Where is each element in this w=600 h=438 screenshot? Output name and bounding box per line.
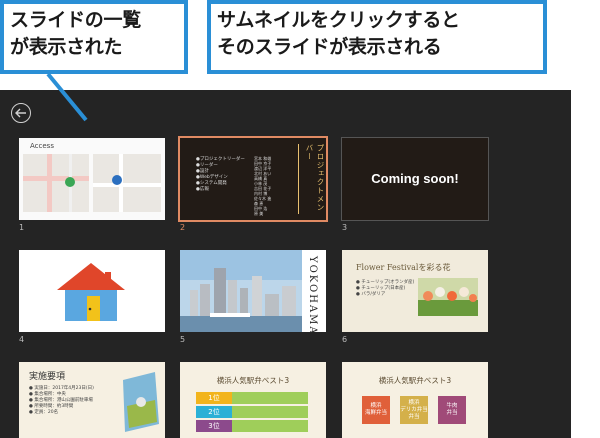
rank-3-label: 3位 [196, 420, 232, 432]
slide-7-title: 実施要項 [29, 372, 66, 382]
rank-box-3: 牛肉 弁当 [438, 396, 466, 424]
slide-number-3: 3 [342, 223, 348, 232]
slide-thumbnail-3[interactable]: Coming soon! [341, 137, 489, 221]
yokohama-photo [180, 250, 302, 332]
slide-thumbnail-2[interactable]: ●プロジェクトリーダー ●リーダー ●設計 ●Webデザイン ●システム開発 ●… [178, 136, 328, 222]
house-illustration [57, 263, 125, 321]
slide-6-bullets: ● チューリップ(オランダ産) ● チューリップ(日本産) ● バラ/ダリア [356, 280, 415, 297]
slide-7-photo [123, 372, 159, 432]
slide-2-names: 宮本 和雄 田中 京子 渡辺 洋平 北村 あい 高橋 真 小林 茂 吉田 花子 … [254, 156, 272, 216]
slide-thumbnail-9[interactable]: 横浜人気駅弁ベスト3 横浜 海鮮弁当 横浜 デリカ弁当 弁当 牛肉 弁当 [342, 362, 488, 438]
rank-2-label: 2位 [196, 406, 232, 418]
slide-number-4: 4 [19, 335, 25, 344]
slide-number-5: 5 [180, 335, 186, 344]
callout-thumbnail-click: サムネイルをクリックすると そのスライドが表示される [207, 0, 547, 74]
slide-6-title: Flower Festivalを彩る花 [356, 263, 451, 272]
slide-thumbnail-8[interactable]: 横浜人気駅弁ベスト3 1位 2位 3位 [180, 362, 326, 438]
rank-box-2: 横浜 デリカ弁当 弁当 [400, 396, 428, 424]
slide-7-bullets: ● 実施日：2017年4月23日(日) ● 集合場所：中央 ● 集合場所：港山公… [29, 386, 94, 415]
slide-sorter-view: Access 1 ●プロジェクトリーダー ●リーダー ●設計 ●Webデザイン … [0, 90, 571, 438]
rank-1-label: 1位 [196, 392, 232, 404]
slide-2-title: プロジェクトメンバー [305, 144, 325, 212]
slide-thumbnail-1[interactable]: Access [19, 138, 165, 220]
callout-slide-list-text: スライドの一覧 が表示された [4, 4, 184, 70]
slide-8-title: 横浜人気駅弁ベスト3 [216, 376, 290, 385]
slide-thumbnail-7[interactable]: 実施要項 ● 実施日：2017年4月23日(日) ● 集合場所：中央 ● 集合場… [19, 362, 165, 438]
slide-9-title: 横浜人気駅弁ベスト3 [378, 376, 452, 385]
slide-number-2: 2 [180, 223, 186, 232]
slide-2-divider [298, 144, 299, 214]
back-arrow-icon[interactable] [11, 103, 31, 123]
slide-3-text: Coming soon! [371, 171, 459, 186]
slide-thumbnail-5[interactable]: YOKOHAMA [180, 250, 326, 332]
slide-thumbnail-4[interactable] [19, 250, 165, 332]
slide-5-vertical-title: YOKOHAMA [307, 256, 318, 332]
callout-thumbnail-click-text: サムネイルをクリックすると そのスライドが表示される [211, 4, 543, 70]
slide-thumbnail-6[interactable]: Flower Festivalを彩る花 ● チューリップ(オランダ産) ● チュ… [342, 250, 488, 332]
tulip-photo [418, 278, 478, 316]
rank-box-1: 横浜 海鮮弁当 [362, 396, 390, 424]
scrollbar-gutter [571, 90, 600, 438]
callout-slide-list: スライドの一覧 が表示された [0, 0, 188, 74]
slide-number-1: 1 [19, 223, 25, 232]
slide-1-title: Access [30, 142, 54, 150]
slide-number-6: 6 [342, 335, 348, 344]
slide-2-roles: ●プロジェクトリーダー ●リーダー ●設計 ●Webデザイン ●システム開発 ●… [196, 157, 245, 192]
